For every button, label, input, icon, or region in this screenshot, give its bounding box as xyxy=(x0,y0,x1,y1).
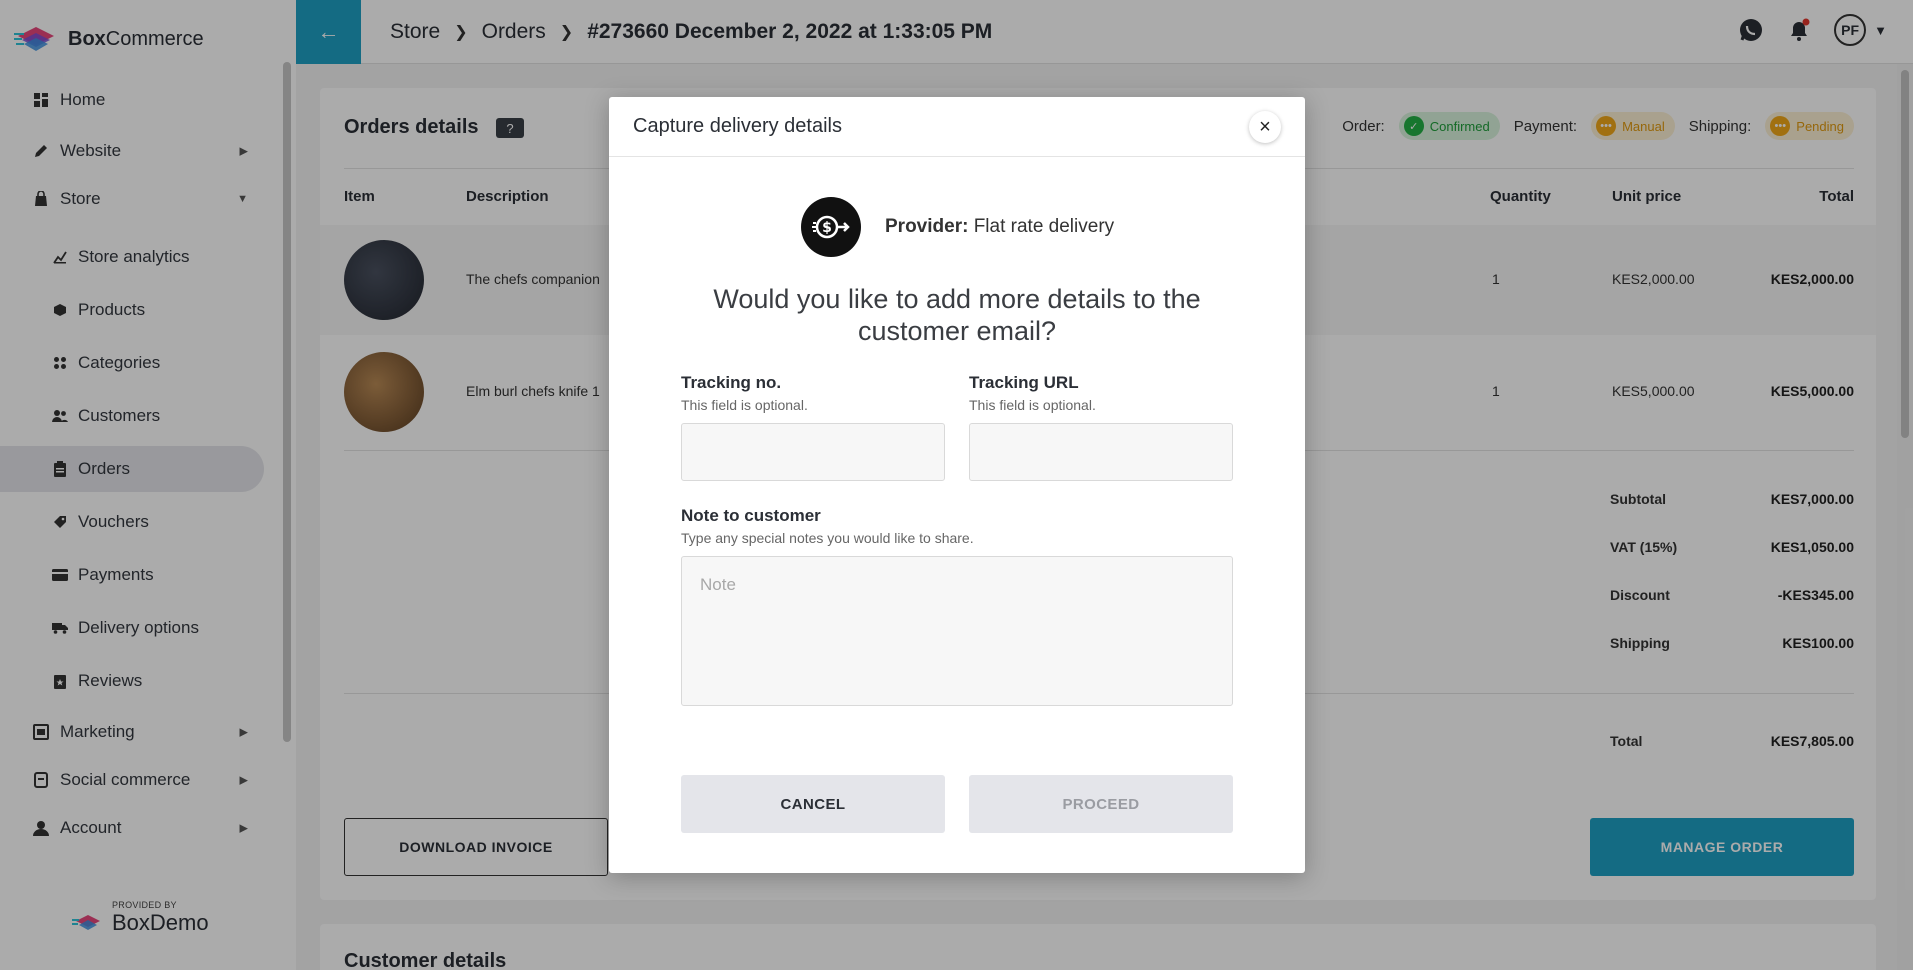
provider-info: $ Provider: Flat rate delivery xyxy=(801,197,1114,257)
provider-value: Flat rate delivery xyxy=(973,216,1115,237)
note-hint: Type any special notes you would like to… xyxy=(681,530,974,546)
tracking-url-input[interactable] xyxy=(969,423,1233,481)
modal-question: Would you like to add more details to th… xyxy=(713,284,1201,346)
close-icon: × xyxy=(1259,115,1271,138)
cancel-button[interactable]: CANCEL xyxy=(681,775,945,833)
modal-title: Capture delivery details xyxy=(633,115,842,137)
modal-header: Capture delivery details × xyxy=(609,97,1305,157)
capture-delivery-modal: Capture delivery details × $ Provider: F… xyxy=(609,97,1305,873)
tracking-no-input[interactable] xyxy=(681,423,945,481)
provider-label: Provider: xyxy=(885,216,969,237)
tracking-no-label: Tracking no. xyxy=(681,373,782,392)
svg-text:$: $ xyxy=(822,220,832,236)
note-label: Note to customer xyxy=(681,506,821,525)
tracking-url-hint: This field is optional. xyxy=(969,397,1096,413)
delivery-dollar-icon: $ xyxy=(801,197,861,257)
note-textarea[interactable] xyxy=(681,556,1233,706)
tracking-no-hint: This field is optional. xyxy=(681,397,808,413)
close-button[interactable]: × xyxy=(1249,111,1281,143)
tracking-url-label: Tracking URL xyxy=(969,373,1079,392)
proceed-button[interactable]: PROCEED xyxy=(969,775,1233,833)
